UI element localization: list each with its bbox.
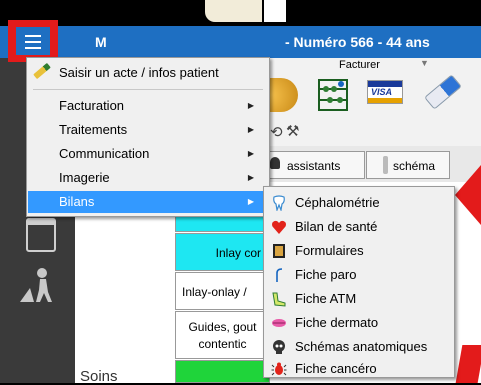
top-strip bbox=[0, 0, 481, 24]
submenu-item-label: Céphalométrie bbox=[295, 195, 380, 210]
jaw-icon bbox=[272, 292, 286, 307]
submenu-arrow-icon: ▶ bbox=[247, 101, 254, 110]
table-cell[interactable] bbox=[175, 360, 270, 383]
menu-item-label: Imagerie bbox=[59, 170, 110, 185]
submenu-arrow-icon: ▶ bbox=[247, 125, 254, 134]
menu-icon bbox=[16, 27, 50, 55]
heart-icon bbox=[272, 220, 286, 234]
main-dropdown-menu: Saisir un acte / infos patient Facturati… bbox=[26, 57, 270, 217]
submenu-item-bilan-sante[interactable]: Bilan de santé bbox=[264, 215, 454, 239]
notebook-icon bbox=[273, 244, 285, 258]
menu-item-label: Communication bbox=[59, 146, 150, 161]
submenu-item-formulaires[interactable]: Formulaires bbox=[264, 239, 454, 263]
assistant-icon bbox=[270, 157, 280, 169]
refresh-icon[interactable]: ⟲ bbox=[270, 123, 283, 141]
table-cell[interactable]: Inlay-onlay / bbox=[175, 272, 270, 310]
menu-item-traitements[interactable]: Traitements ▶ bbox=[28, 119, 268, 141]
cell-line: contentic bbox=[198, 337, 247, 351]
submenu-item-label: Formulaires bbox=[295, 243, 364, 258]
submenu-item-fiche-atm[interactable]: Fiche ATM bbox=[264, 287, 454, 311]
submenu-item-fiche-dermato[interactable]: Fiche dermato bbox=[264, 311, 454, 335]
visa-label: VISA bbox=[371, 87, 393, 97]
menu-item-imagerie[interactable]: Imagerie ▶ bbox=[28, 167, 268, 189]
menu-item-saisir-acte[interactable]: Saisir un acte / infos patient bbox=[28, 62, 268, 84]
window-title-left: M bbox=[95, 34, 107, 50]
annotation-arrow bbox=[455, 165, 481, 225]
skull-icon bbox=[273, 340, 285, 354]
tools-icon[interactable]: ⚒ bbox=[286, 122, 299, 140]
lips-icon bbox=[272, 319, 286, 327]
window-title-patient-info: - Numéro 566 - 44 ans bbox=[285, 34, 430, 50]
submenu-item-fiche-paro[interactable]: Fiche paro bbox=[264, 263, 454, 287]
notepad-graphic bbox=[262, 0, 288, 22]
submenu-item-label: Fiche dermato bbox=[295, 315, 379, 330]
tab-assistants-label: assistants bbox=[287, 159, 341, 173]
tab-schema[interactable]: schéma bbox=[366, 151, 450, 179]
tab-schema-label: schéma bbox=[393, 159, 436, 173]
menu-item-facturation[interactable]: Facturation ▶ bbox=[28, 95, 268, 117]
submenu-item-label: Fiche ATM bbox=[295, 291, 357, 306]
menu-item-label: Saisir un acte / infos patient bbox=[59, 65, 219, 80]
submenu-item-label: Fiche paro bbox=[295, 267, 357, 282]
secondary-toolbar bbox=[270, 122, 481, 146]
bug-icon bbox=[271, 362, 287, 376]
tab-assistants[interactable]: assistants bbox=[268, 151, 365, 179]
hamburger-menu-button[interactable] bbox=[8, 20, 58, 62]
submenu-item-fiche-cancero[interactable]: Fiche cancéro bbox=[264, 357, 454, 381]
calendar-icon[interactable] bbox=[26, 218, 56, 252]
facturer-dropdown-icon[interactable]: ▼ bbox=[420, 58, 429, 68]
submenu-arrow-icon: ▶ bbox=[247, 173, 254, 182]
soins-label: Soins bbox=[80, 368, 118, 385]
bilans-submenu: Céphalométrie Bilan de santé Formulaires… bbox=[263, 186, 455, 378]
schema-icon bbox=[383, 156, 388, 174]
probe-icon bbox=[276, 268, 283, 282]
menu-item-label: Facturation bbox=[59, 98, 125, 113]
submenu-item-cephalometrie[interactable]: Céphalométrie bbox=[264, 191, 454, 215]
submenu-item-schemas-anatomiques[interactable]: Schémas anatomiques bbox=[264, 335, 454, 359]
menu-item-bilans[interactable]: Bilans ▶ bbox=[28, 191, 268, 213]
cell-line: Guides, gout bbox=[188, 320, 257, 334]
menu-separator bbox=[33, 89, 263, 90]
table-cell[interactable]: Guides, gout contentic bbox=[175, 311, 270, 359]
submenu-arrow-icon: ▶ bbox=[247, 149, 254, 158]
tooth-icon bbox=[273, 195, 285, 211]
construction-worker-icon[interactable] bbox=[18, 266, 58, 304]
submenu-arrow-icon: ▶ bbox=[247, 197, 254, 206]
menu-item-label: Traitements bbox=[59, 122, 128, 137]
facturer-label[interactable]: Facturer bbox=[339, 59, 380, 71]
visa-card-icon[interactable]: VISA bbox=[367, 80, 403, 104]
submenu-item-label: Schémas anatomiques bbox=[295, 339, 428, 354]
submenu-item-label: Bilan de santé bbox=[295, 219, 378, 234]
menu-item-label: Bilans bbox=[59, 194, 95, 209]
abacus-icon[interactable] bbox=[317, 78, 349, 112]
menu-item-communication[interactable]: Communication ▶ bbox=[28, 143, 268, 165]
table-cell[interactable]: Inlay cor bbox=[175, 233, 270, 271]
submenu-item-label: Fiche cancéro bbox=[295, 361, 377, 376]
